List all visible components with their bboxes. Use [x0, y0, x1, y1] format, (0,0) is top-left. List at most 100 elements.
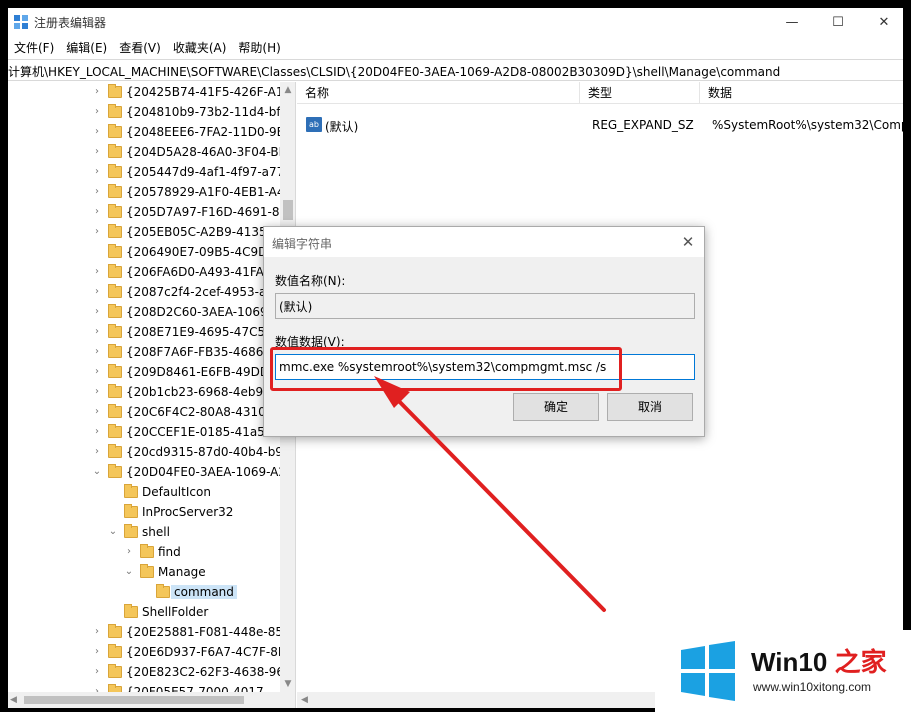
tree-item[interactable]: {206490E7-09B5-4C9D- — [8, 242, 280, 262]
chevron-right-icon[interactable]: › — [92, 445, 102, 459]
tree-item[interactable]: ⌄ shell — [8, 522, 280, 542]
folder-icon — [108, 664, 122, 678]
chevron-right-icon[interactable]: › — [92, 385, 102, 399]
tree-pane: › {20425B74-41F5-426F-A14 › {204810b9-73b2-… — [8, 82, 296, 708]
tree-item-label: InProcServer32 — [142, 505, 234, 519]
chevron-right-icon[interactable]: › — [92, 645, 102, 659]
menu-help[interactable]: 帮助(H) — [232, 38, 286, 58]
chevron-right-icon[interactable]: › — [92, 285, 102, 299]
folder-icon — [156, 584, 170, 598]
table-row[interactable]: ab (默认) REG_EXPAND_SZ %SystemRoot%\syste… — [297, 116, 903, 136]
folder-icon — [108, 304, 122, 318]
menu-view[interactable]: 查看(V) — [113, 38, 167, 58]
folder-icon — [140, 544, 154, 558]
tree-item[interactable]: ⌄ Manage — [8, 562, 280, 582]
tree-item[interactable]: › {209D8461-E6FB-49DD- — [8, 362, 280, 382]
tree-item[interactable]: › {20b1cb23-6968-4eb9- — [8, 382, 280, 402]
chevron-right-icon[interactable]: › — [92, 165, 102, 179]
tree-item[interactable]: › {20578929-A1F0-4EB1-A4E — [8, 182, 280, 202]
column-header-name[interactable]: 名称 — [297, 82, 580, 104]
chevron-right-icon[interactable]: › — [92, 665, 102, 679]
chevron-right-icon[interactable]: › — [92, 105, 102, 119]
tree-item[interactable]: › {20cd9315-87d0-40b4-b9 — [8, 442, 280, 462]
tree-item[interactable]: › {20CCEF1E-0185-41a5-A — [8, 422, 280, 442]
tree-item[interactable]: › {208E71E9-4695-47C5- — [8, 322, 280, 342]
tree-item[interactable]: ShellFolder — [8, 602, 280, 622]
tree-item[interactable]: › {205447d9-4af1-4f97-a773 — [8, 162, 280, 182]
chevron-down-icon[interactable]: ⌄ — [108, 525, 118, 539]
scroll-left-icon[interactable]: ◀ — [301, 692, 308, 708]
folder-icon — [108, 364, 122, 378]
menu-favorites[interactable]: 收藏夹(A) — [167, 38, 233, 58]
column-header-data[interactable]: 数据 — [700, 82, 903, 104]
list-header: 名称 类型 数据 — [297, 82, 903, 104]
tree-item[interactable]: DefaultIcon — [8, 482, 280, 502]
scroll-left-icon[interactable]: ◀ — [10, 692, 22, 708]
minimize-button[interactable]: — — [769, 8, 815, 36]
chevron-right-icon[interactable]: › — [92, 345, 102, 359]
chevron-right-icon[interactable]: › — [92, 205, 102, 219]
tree-item[interactable]: › {205EB05C-A2B9-4135- — [8, 222, 280, 242]
tree-item[interactable]: › {20E823C2-62F3-4638-96E — [8, 662, 280, 682]
red-highlight-box — [270, 347, 622, 391]
tree-item[interactable]: › {2048EEE6-7FA2-11D0-9E6 — [8, 122, 280, 142]
chevron-right-icon[interactable]: › — [92, 125, 102, 139]
scroll-down-icon[interactable]: ▼ — [280, 676, 295, 692]
cancel-button[interactable]: 取消 — [607, 393, 693, 421]
scroll-thumb[interactable] — [24, 696, 244, 704]
tree-item[interactable]: › {208F7A6F-FB35-4686- — [8, 342, 280, 362]
tree-item[interactable]: ⌄ {20D04FE0-3AEA-1069-A2 — [8, 462, 280, 482]
registry-key-tree: › {20425B74-41F5-426F-A14 › {204810b9-73b2-… — [8, 82, 280, 702]
tree-item[interactable]: › {20E25881-F081-448e-85C — [8, 622, 280, 642]
chevron-right-icon[interactable]: › — [92, 365, 102, 379]
chevron-right-icon[interactable]: › — [92, 265, 102, 279]
tree-item[interactable]: › {204D5A28-46A0-3F04-BD — [8, 142, 280, 162]
tree-item-label: {209D8461-E6FB-49DD- — [126, 365, 274, 379]
address-path: 计算机\HKEY_LOCAL_MACHINE\SOFTWARE\Classes\… — [8, 65, 781, 79]
address-bar[interactable]: 计算机\HKEY_LOCAL_MACHINE\SOFTWARE\Classes\… — [8, 59, 903, 81]
tree-item-label: {208D2C60-3AEA-1069- — [126, 305, 272, 319]
value-name-field: (默认) — [275, 293, 695, 319]
ok-button[interactable]: 确定 — [513, 393, 599, 421]
tree-item[interactable]: › {205D7A97-F16D-4691-86E — [8, 202, 280, 222]
tree-horizontal-scrollbar[interactable]: ◀ — [8, 692, 295, 708]
folder-icon — [108, 624, 122, 638]
chevron-right-icon[interactable]: › — [92, 225, 102, 239]
menu-edit[interactable]: 编辑(E) — [60, 38, 113, 58]
tree-item[interactable]: › {2087c2f4-2cef-4953-a8 — [8, 282, 280, 302]
chevron-down-icon[interactable]: ⌄ — [124, 565, 134, 579]
maximize-button[interactable]: ☐ — [815, 8, 861, 36]
tree-item-label: shell — [142, 525, 170, 539]
close-button[interactable]: ✕ — [861, 8, 903, 36]
chevron-right-icon[interactable]: › — [92, 85, 102, 99]
tree-item[interactable]: InProcServer32 — [8, 502, 280, 522]
chevron-down-icon[interactable]: ⌄ — [92, 465, 102, 479]
tree-item[interactable]: › {20E6D937-F6A7-4C7F-8E6 — [8, 642, 280, 662]
chevron-right-icon[interactable]: › — [124, 545, 134, 559]
tree-item[interactable]: › {206FA6D0-A493-41FA- — [8, 262, 280, 282]
tree-item[interactable]: › find — [8, 542, 280, 562]
chevron-right-icon[interactable]: › — [92, 405, 102, 419]
scroll-thumb[interactable] — [283, 200, 293, 220]
chevron-right-icon[interactable]: › — [92, 185, 102, 199]
tree-item-label: {20D04FE0-3AEA-1069-A2 — [126, 465, 280, 479]
tree-item[interactable]: › {20C6F4C2-80A8-4310- — [8, 402, 280, 422]
dialog-close-icon[interactable]: ✕ — [678, 232, 698, 252]
chevron-right-icon[interactable]: › — [92, 145, 102, 159]
folder-icon — [108, 264, 122, 278]
windows-logo-icon — [681, 641, 735, 701]
column-header-type[interactable]: 类型 — [580, 82, 700, 104]
chevron-right-icon[interactable]: › — [92, 305, 102, 319]
folder-icon — [108, 464, 122, 478]
tree-item[interactable]: command — [8, 582, 280, 602]
tree-item[interactable]: › {208D2C60-3AEA-1069- — [8, 302, 280, 322]
window-title: 注册表编辑器 — [34, 16, 107, 30]
chevron-right-icon[interactable]: › — [92, 325, 102, 339]
chevron-right-icon[interactable]: › — [92, 425, 102, 439]
menu-file[interactable]: 文件(F) — [8, 38, 60, 58]
tree-item-label: command — [171, 585, 237, 599]
tree-item[interactable]: › {204810b9-73b2-11d4-bf4 — [8, 102, 280, 122]
scroll-up-icon[interactable]: ▲ — [280, 82, 295, 98]
chevron-right-icon[interactable]: › — [92, 625, 102, 639]
tree-item[interactable]: › {20425B74-41F5-426F-A14 — [8, 82, 280, 102]
